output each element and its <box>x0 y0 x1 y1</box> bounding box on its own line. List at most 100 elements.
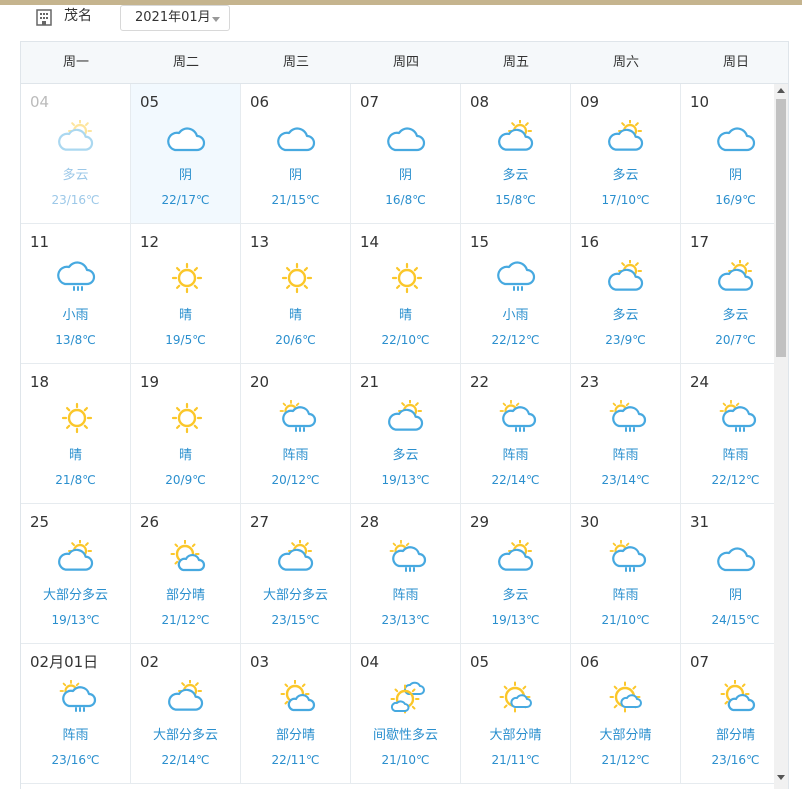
day-cell[interactable]: 16 多云 23/9℃ <box>571 224 681 364</box>
temperature: 22/17℃ <box>161 193 210 207</box>
day-cell[interactable]: 15 小雨 22/12℃ <box>461 224 571 364</box>
weather-desc: 大部分晴 <box>599 728 652 743</box>
day-cell[interactable]: 23 阵雨 23/14℃ <box>571 364 681 504</box>
day-cell[interactable]: 04 多云 23/16℃ <box>21 84 131 224</box>
weather-desc: 晴 <box>398 308 412 323</box>
day-cell[interactable]: 08 多云 15/8℃ <box>461 84 571 224</box>
day-cell[interactable]: 18 晴 21/8℃ <box>21 364 131 504</box>
day-cell[interactable]: 17 多云 20/7℃ <box>681 224 788 364</box>
weather-desc: 阵雨 <box>502 448 529 463</box>
weather-desc: 阵雨 <box>392 588 419 603</box>
weather-desc: 多云 <box>502 168 529 183</box>
day-cell[interactable]: 03 部分晴 22/11℃ <box>241 644 351 784</box>
day-cell[interactable]: 02月01日 阵雨 23/16℃ <box>21 644 131 784</box>
chevron-down-icon <box>212 17 220 22</box>
day-cell[interactable]: 06 大部分晴 21/12℃ <box>571 644 681 784</box>
day-cell[interactable]: 06 阴 21/15℃ <box>241 84 351 224</box>
weekday-label: 周日 <box>722 55 749 70</box>
temperature: 23/16℃ <box>711 753 760 767</box>
day-date: 19 <box>140 373 160 391</box>
day-cell[interactable]: 27 大部分多云 23/15℃ <box>241 504 351 644</box>
day-cell[interactable]: 02 大部分多云 22/14℃ <box>131 644 241 784</box>
partly-cloudy-icon <box>498 120 534 151</box>
weather-desc: 阴 <box>728 168 742 183</box>
day-cell[interactable]: 22 阵雨 22/14℃ <box>461 364 571 504</box>
partly-cloudy-icon <box>718 260 754 291</box>
day-date: 10 <box>690 93 710 111</box>
day-cell[interactable]: 05 阴 22/17℃ <box>131 84 241 224</box>
scroll-down-icon[interactable] <box>777 775 785 780</box>
rain-icon <box>497 261 536 291</box>
day-cell[interactable]: 31 阴 24/15℃ <box>681 504 788 644</box>
weather-desc: 阴 <box>178 168 192 183</box>
weekday-label: 周六 <box>612 55 639 70</box>
scroll-up-icon[interactable] <box>777 88 785 93</box>
temperature: 21/15℃ <box>271 193 320 207</box>
weather-desc: 多云 <box>62 168 89 183</box>
weather-desc: 阵雨 <box>282 448 309 463</box>
day-grid: 04 多云 23/16℃ 05 阴 22/17℃ 06 阴 21/15℃ 07 阴 16/8℃ 08 多云… <box>21 84 788 789</box>
day-cell[interactable]: 20 阵雨 20/12℃ <box>241 364 351 504</box>
month-select[interactable]: 2021年01月 <box>120 5 230 31</box>
weekday-label: 周三 <box>282 55 309 70</box>
day-cell[interactable]: 12 晴 19/5℃ <box>131 224 241 364</box>
day-date: 04 <box>30 93 50 111</box>
weather-desc: 阵雨 <box>612 588 639 603</box>
day-cell[interactable]: 13 晴 20/6℃ <box>241 224 351 364</box>
day-date: 05 <box>470 653 490 671</box>
day-cell[interactable]: 25 大部分多云 19/13℃ <box>21 504 131 644</box>
day-cell[interactable]: 24 阵雨 22/12℃ <box>681 364 788 504</box>
day-date: 18 <box>30 373 50 391</box>
day-date: 27 <box>250 513 270 531</box>
day-cell[interactable]: 19 晴 20/9℃ <box>131 364 241 504</box>
partly-sunny-icon <box>720 680 756 712</box>
day-cell[interactable]: 07 部分晴 23/16℃ <box>681 644 788 784</box>
shower-icon <box>719 400 757 432</box>
partly-sunny-icon <box>170 540 206 572</box>
day-cell[interactable]: 29 多云 19/13℃ <box>461 504 571 644</box>
weather-desc: 阴 <box>398 168 412 183</box>
weather-desc: 晴 <box>178 308 192 323</box>
temperature: 23/16℃ <box>51 193 100 207</box>
weather-desc: 晴 <box>288 308 302 323</box>
day-date: 23 <box>580 373 600 391</box>
partly-cloudy-icon <box>168 680 204 711</box>
mostly-sunny-icon <box>609 681 642 713</box>
day-date: 16 <box>580 233 600 251</box>
day-cell[interactable]: 30 阵雨 21/10℃ <box>571 504 681 644</box>
temperature: 23/13℃ <box>381 613 430 627</box>
day-cell[interactable]: 14 晴 22/10℃ <box>351 224 461 364</box>
weather-desc: 阴 <box>288 168 302 183</box>
day-cell[interactable]: 28 阵雨 23/13℃ <box>351 504 461 644</box>
temperature: 22/14℃ <box>491 473 540 487</box>
weather-desc: 多云 <box>722 308 749 323</box>
day-cell[interactable]: 26 部分晴 21/12℃ <box>131 504 241 644</box>
day-date: 05 <box>140 93 160 111</box>
day-cell[interactable]: 04 间歇性多云 21/10℃ <box>351 644 461 784</box>
day-date: 17 <box>690 233 710 251</box>
cloudy-icon <box>387 127 426 152</box>
vertical-scrollbar[interactable] <box>774 84 788 789</box>
day-cell[interactable]: 05 大部分晴 21/11℃ <box>461 644 571 784</box>
city-name[interactable]: 茂名 <box>64 7 92 25</box>
temperature: 13/8℃ <box>55 333 96 347</box>
scroll-thumb[interactable] <box>776 99 786 357</box>
weekday-label: 周二 <box>172 55 199 70</box>
day-cell[interactable]: 11 小雨 13/8℃ <box>21 224 131 364</box>
day-date: 25 <box>30 513 50 531</box>
sunny-icon <box>391 262 423 294</box>
intermittent-cloudy-icon <box>390 681 425 714</box>
weather-desc: 多云 <box>612 308 639 323</box>
day-cell[interactable]: 21 多云 19/13℃ <box>351 364 461 504</box>
day-cell[interactable]: 10 阴 16/9℃ <box>681 84 788 224</box>
day-date: 07 <box>690 653 710 671</box>
weather-desc: 部分晴 <box>165 588 205 603</box>
header: 茂名 2021年01月 <box>0 5 802 41</box>
temperature: 20/9℃ <box>165 473 206 487</box>
sunny-icon <box>171 262 203 294</box>
temperature: 19/13℃ <box>381 473 430 487</box>
weather-desc: 阵雨 <box>612 448 639 463</box>
day-date: 02 <box>140 653 160 671</box>
day-cell[interactable]: 07 阴 16/8℃ <box>351 84 461 224</box>
day-cell[interactable]: 09 多云 17/10℃ <box>571 84 681 224</box>
